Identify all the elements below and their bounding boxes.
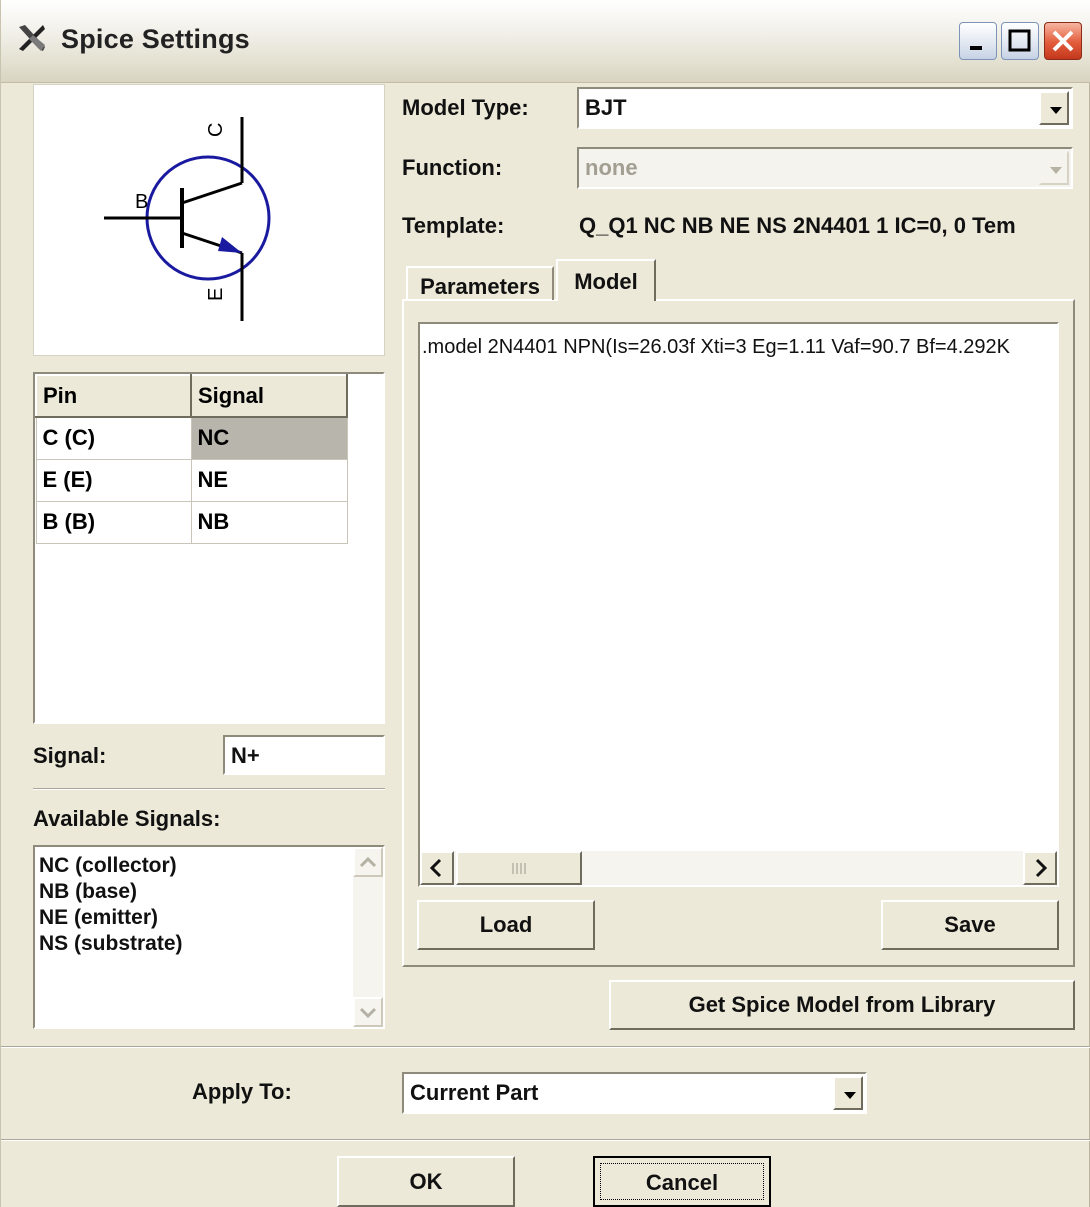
save-button[interactable]: Save [881, 900, 1059, 950]
scroll-right-button[interactable] [1023, 851, 1057, 885]
scroll-down-button[interactable] [353, 997, 383, 1027]
title-bar[interactable]: Spice Settings [1, 0, 1090, 83]
chevron-right-icon [1035, 858, 1048, 878]
chevron-left-icon [429, 858, 442, 878]
model-type-dropdown[interactable]: BJT [577, 87, 1073, 129]
signal-cell[interactable]: NE [190, 458, 348, 502]
cancel-button[interactable]: Cancel [593, 1156, 771, 1207]
apply-to-label: Apply To: [192, 1079, 292, 1104]
tab-parameters[interactable]: Parameters [406, 266, 554, 300]
signal-label: Signal: [33, 743, 107, 768]
available-signals-label: Available Signals: [33, 806, 221, 831]
list-item[interactable]: NE (emitter) [39, 905, 183, 931]
scroll-left-button[interactable] [420, 851, 454, 885]
function-value: none [585, 155, 638, 180]
model-text[interactable]: .model 2N4401 NPN(Is=26.03f Xti=3 Eg=1.1… [422, 336, 1010, 359]
list-item[interactable]: NS (substrate) [39, 931, 183, 957]
pin-cell[interactable]: C (C) [35, 416, 192, 460]
template-label: Template: [402, 213, 505, 238]
table-row[interactable]: C (C) NC [35, 416, 348, 460]
app-icon [19, 25, 45, 51]
pin-signal-table-frame: Pin Signal C (C) NC E (E) NE B (B) NB [33, 372, 385, 724]
vertical-scrollbar[interactable] [353, 847, 383, 1027]
maximize-button[interactable] [1001, 22, 1039, 60]
apply-to-value: Current Part [410, 1080, 539, 1105]
grip-icon [512, 863, 526, 874]
pin-signal-table: Pin Signal C (C) NC E (E) NE B (B) NB [35, 374, 348, 544]
chevron-down-icon [359, 1007, 377, 1019]
chevron-down-icon [1039, 151, 1069, 185]
signal-column-header[interactable]: Signal [190, 374, 348, 418]
function-label: Function: [402, 155, 503, 180]
close-icon [1052, 30, 1074, 52]
table-header-row: Pin Signal [35, 374, 348, 418]
table-row[interactable]: B (B) NB [35, 500, 348, 544]
chevron-down-icon[interactable] [833, 1076, 863, 1110]
pin-column-header[interactable]: Pin [35, 374, 192, 418]
divider [1, 1046, 1090, 1048]
pin-label-e: E [205, 288, 227, 301]
apply-to-dropdown[interactable]: Current Part [402, 1072, 867, 1114]
scroll-up-button[interactable] [353, 847, 383, 877]
chevron-down-icon[interactable] [1039, 91, 1069, 125]
close-button[interactable] [1044, 22, 1082, 60]
spice-settings-dialog: Spice Settings B C E Pin Signal C (C) NC… [0, 0, 1090, 1207]
model-type-value: BJT [585, 95, 627, 120]
signal-input-value: N+ [231, 743, 260, 768]
tab-model[interactable]: Model [556, 259, 656, 301]
function-dropdown: none [577, 147, 1073, 189]
ok-button[interactable]: OK [337, 1156, 515, 1207]
list-item[interactable]: NB (base) [39, 879, 183, 905]
maximize-icon [1008, 29, 1031, 52]
load-button[interactable]: Load [417, 900, 595, 950]
list-item[interactable]: NC (collector) [39, 853, 183, 879]
divider [33, 788, 385, 790]
pin-cell[interactable]: B (B) [35, 500, 192, 544]
get-spice-model-button[interactable]: Get Spice Model from Library [609, 980, 1075, 1030]
npn-transistor-symbol: B C E [104, 117, 271, 321]
template-value: Q_Q1 NC NB NE NS 2N4401 1 IC=0, 0 Tem [579, 213, 1016, 238]
signal-input[interactable]: N+ [223, 735, 385, 775]
model-type-label: Model Type: [402, 95, 529, 120]
signal-cell[interactable]: NB [190, 500, 348, 544]
signal-cell-selected[interactable]: NC [190, 416, 348, 460]
scroll-thumb[interactable] [456, 851, 582, 885]
horizontal-scrollbar[interactable] [420, 851, 1057, 885]
minimize-button[interactable] [959, 22, 997, 60]
cancel-button-label: Cancel [600, 1163, 764, 1200]
pin-label-c: C [205, 123, 227, 137]
model-text-area[interactable]: .model 2N4401 NPN(Is=26.03f Xti=3 Eg=1.1… [418, 322, 1059, 887]
available-signals-list[interactable]: NC (collector) NB (base) NE (emitter) NS… [33, 845, 385, 1029]
pin-label-b: B [135, 191, 148, 213]
divider [1, 1139, 1090, 1141]
symbol-preview: B C E [33, 84, 385, 356]
window-title: Spice Settings [61, 24, 250, 54]
pin-cell[interactable]: E (E) [35, 458, 192, 502]
table-row[interactable]: E (E) NE [35, 458, 348, 502]
minimize-icon [970, 46, 982, 50]
chevron-up-icon [359, 856, 377, 868]
